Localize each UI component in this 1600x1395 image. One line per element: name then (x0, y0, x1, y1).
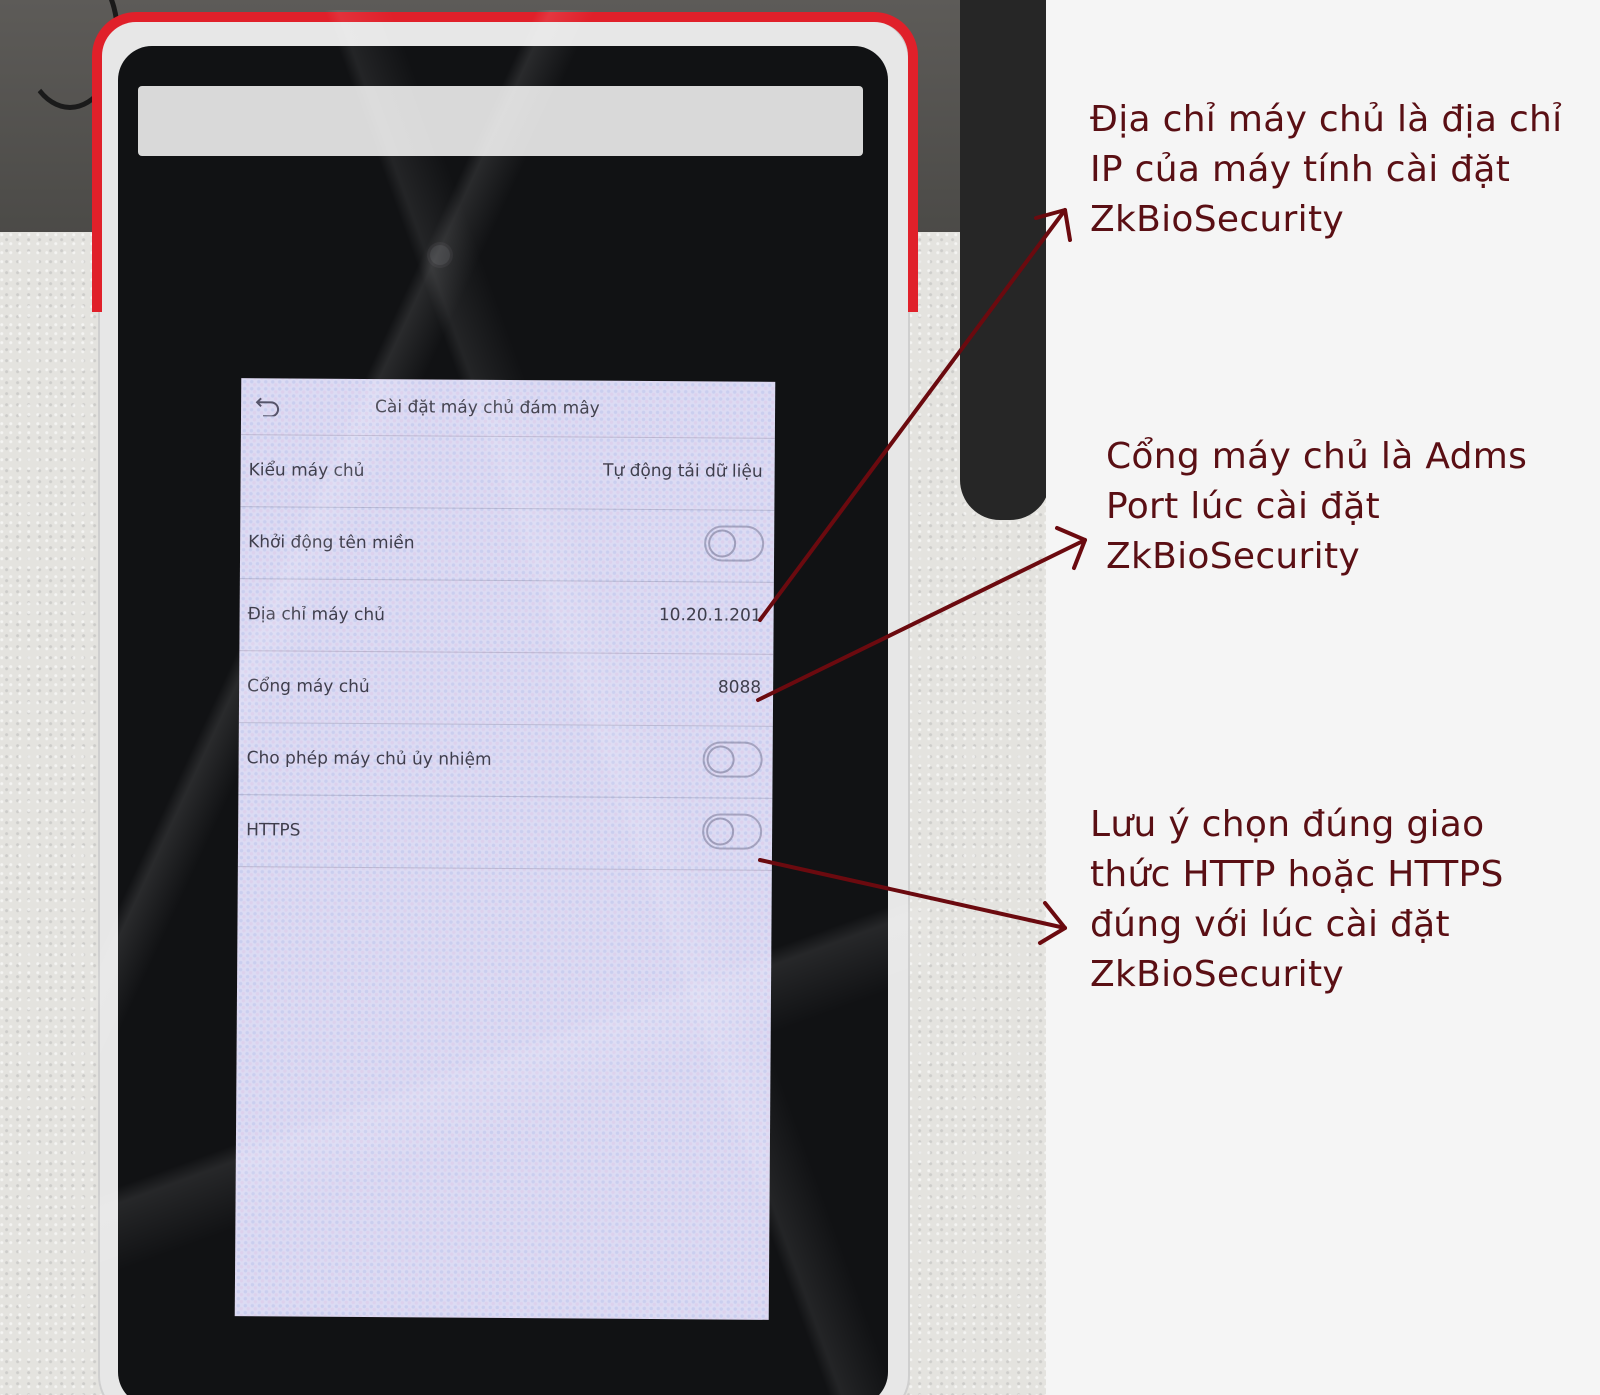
arrow-server-address (758, 208, 1067, 622)
arrow-server-port (756, 538, 1087, 702)
arrow-protocol (758, 858, 1067, 930)
annotation-arrows (756, 208, 1087, 945)
